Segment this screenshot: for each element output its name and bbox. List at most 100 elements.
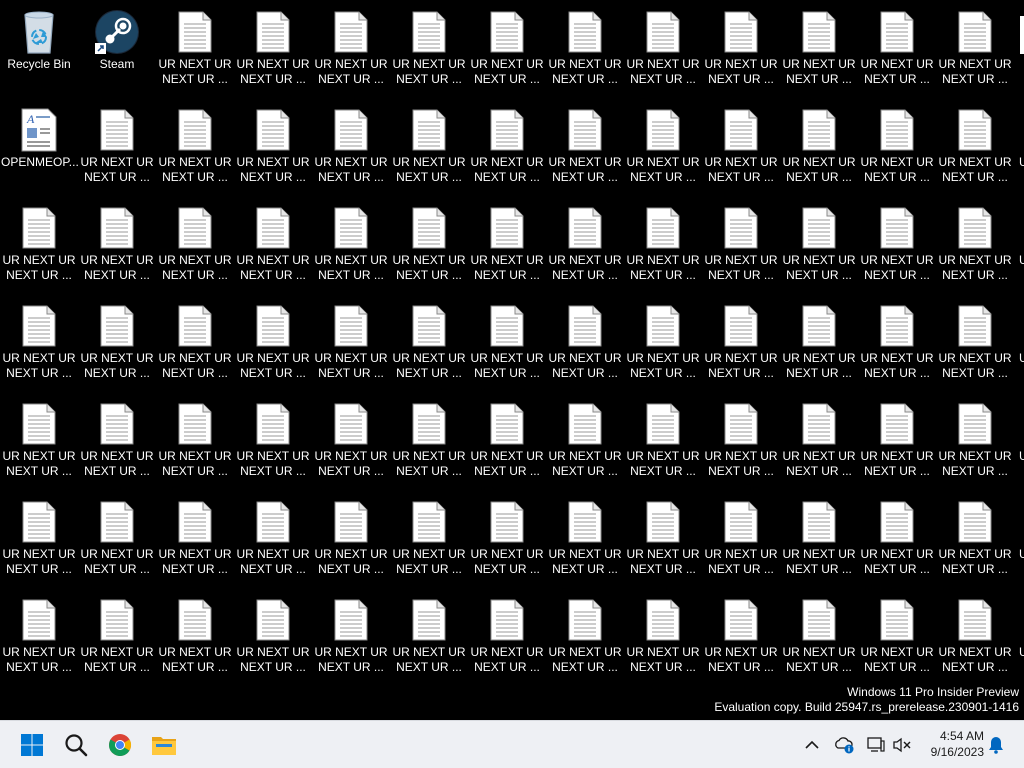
partial-icon-label[interactable]: U xyxy=(1019,547,1024,562)
desktop-file-icon[interactable]: UR NEXT UR NEXT UR ... xyxy=(0,392,78,486)
desktop-file-icon[interactable]: UR NEXT UR NEXT UR ... xyxy=(702,588,780,682)
desktop-file-icon[interactable]: UR NEXT UR NEXT UR ... xyxy=(156,392,234,486)
desktop-file-icon[interactable]: UR NEXT UR NEXT UR ... xyxy=(234,0,312,94)
desktop-file-icon[interactable]: UR NEXT UR NEXT UR ... xyxy=(78,196,156,290)
chrome-button[interactable] xyxy=(100,725,140,765)
desktop-file-icon[interactable]: UR NEXT UR NEXT UR ... xyxy=(234,588,312,682)
desktop-file-icon[interactable]: UR NEXT UR NEXT UR ... xyxy=(468,392,546,486)
desktop-file-icon[interactable]: UR NEXT UR NEXT UR ... xyxy=(624,588,702,682)
desktop-file-icon[interactable]: UR NEXT UR NEXT UR ... xyxy=(78,98,156,192)
desktop-file-icon[interactable]: UR NEXT UR NEXT UR ... xyxy=(858,588,936,682)
desktop-file-icon[interactable]: UR NEXT UR NEXT UR ... xyxy=(780,588,858,682)
desktop-icon-recycle-bin[interactable]: Recycle Bin xyxy=(0,0,78,94)
desktop-file-icon[interactable]: UR NEXT UR NEXT UR ... xyxy=(312,588,390,682)
desktop-file-icon[interactable]: UR NEXT UR NEXT UR ... xyxy=(234,392,312,486)
search-button[interactable] xyxy=(56,725,96,765)
desktop-file-icon[interactable]: UR NEXT UR NEXT UR ... xyxy=(390,588,468,682)
desktop-file-icon[interactable]: UR NEXT UR NEXT UR ... xyxy=(546,490,624,584)
desktop-file-icon[interactable]: UR NEXT UR NEXT UR ... xyxy=(312,98,390,192)
desktop-icon-document[interactable]: A OPENMEOP... xyxy=(0,98,79,192)
desktop-file-icon[interactable]: UR NEXT UR NEXT UR ... xyxy=(234,294,312,388)
desktop-file-icon[interactable]: UR NEXT UR NEXT UR ... xyxy=(468,196,546,290)
desktop-file-icon[interactable]: UR NEXT UR NEXT UR ... xyxy=(78,588,156,682)
desktop-file-icon[interactable]: UR NEXT UR NEXT UR ... xyxy=(780,294,858,388)
desktop-file-icon[interactable]: UR NEXT UR NEXT UR ... xyxy=(312,196,390,290)
desktop-file-icon[interactable]: UR NEXT UR NEXT UR ... xyxy=(936,294,1014,388)
desktop-file-icon[interactable]: UR NEXT UR NEXT UR ... xyxy=(78,294,156,388)
show-hidden-icons-button[interactable] xyxy=(800,733,824,757)
file-explorer-button[interactable] xyxy=(144,725,184,765)
desktop-file-icon[interactable]: UR NEXT UR NEXT UR ... xyxy=(234,490,312,584)
desktop-file-icon[interactable]: UR NEXT UR NEXT UR ... xyxy=(780,0,858,94)
desktop-file-icon[interactable]: UR NEXT UR NEXT UR ... xyxy=(390,196,468,290)
desktop-file-icon[interactable]: UR NEXT UR NEXT UR ... xyxy=(234,98,312,192)
desktop-file-icon[interactable]: UR NEXT UR NEXT UR ... xyxy=(390,294,468,388)
system-clock[interactable]: 4:54 AM 9/16/2023 xyxy=(931,728,984,760)
desktop-file-icon[interactable]: UR NEXT UR NEXT UR ... xyxy=(390,490,468,584)
desktop-file-icon[interactable]: UR NEXT UR NEXT UR ... xyxy=(858,490,936,584)
desktop-file-icon[interactable]: UR NEXT UR NEXT UR ... xyxy=(156,588,234,682)
desktop-file-icon[interactable]: UR NEXT UR NEXT UR ... xyxy=(468,98,546,192)
desktop-file-icon[interactable]: UR NEXT UR NEXT UR ... xyxy=(936,0,1014,94)
desktop-file-icon[interactable]: UR NEXT UR NEXT UR ... xyxy=(312,0,390,94)
partial-icon-sliver[interactable] xyxy=(1020,16,1024,54)
desktop-file-icon[interactable]: UR NEXT UR NEXT UR ... xyxy=(702,0,780,94)
desktop-file-icon[interactable]: UR NEXT UR NEXT UR ... xyxy=(0,196,78,290)
desktop-file-icon[interactable]: UR NEXT UR NEXT UR ... xyxy=(546,98,624,192)
desktop-file-icon[interactable]: UR NEXT UR NEXT UR ... xyxy=(624,196,702,290)
desktop-file-icon[interactable]: UR NEXT UR NEXT UR ... xyxy=(780,196,858,290)
desktop-file-icon[interactable]: UR NEXT UR NEXT UR ... xyxy=(78,490,156,584)
desktop-file-icon[interactable]: UR NEXT UR NEXT UR ... xyxy=(312,294,390,388)
partial-icon-label[interactable]: U xyxy=(1019,155,1024,170)
desktop-file-icon[interactable]: UR NEXT UR NEXT UR ... xyxy=(780,392,858,486)
network-icon[interactable] xyxy=(864,733,888,757)
desktop-file-icon[interactable]: UR NEXT UR NEXT UR ... xyxy=(780,98,858,192)
desktop-file-icon[interactable]: UR NEXT UR NEXT UR ... xyxy=(546,294,624,388)
desktop-file-icon[interactable]: UR NEXT UR NEXT UR ... xyxy=(156,294,234,388)
desktop-file-icon[interactable]: UR NEXT UR NEXT UR ... xyxy=(312,490,390,584)
volume-muted-icon[interactable] xyxy=(890,733,914,757)
desktop-file-icon[interactable]: UR NEXT UR NEXT UR ... xyxy=(858,392,936,486)
desktop-file-icon[interactable]: UR NEXT UR NEXT UR ... xyxy=(702,392,780,486)
desktop-file-icon[interactable]: UR NEXT UR NEXT UR ... xyxy=(780,490,858,584)
desktop-file-icon[interactable]: UR NEXT UR NEXT UR ... xyxy=(624,294,702,388)
desktop-file-icon[interactable]: UR NEXT UR NEXT UR ... xyxy=(858,0,936,94)
desktop-file-icon[interactable]: UR NEXT UR NEXT UR ... xyxy=(936,490,1014,584)
desktop-file-icon[interactable]: UR NEXT UR NEXT UR ... xyxy=(468,294,546,388)
desktop-file-icon[interactable]: UR NEXT UR NEXT UR ... xyxy=(546,392,624,486)
desktop-file-icon[interactable]: UR NEXT UR NEXT UR ... xyxy=(468,0,546,94)
desktop-file-icon[interactable]: UR NEXT UR NEXT UR ... xyxy=(390,392,468,486)
partial-icon-label[interactable]: U xyxy=(1019,449,1024,464)
start-button[interactable] xyxy=(12,725,52,765)
desktop-file-icon[interactable]: UR NEXT UR NEXT UR ... xyxy=(468,588,546,682)
desktop-file-icon[interactable]: UR NEXT UR NEXT UR ... xyxy=(936,392,1014,486)
partial-icon-label[interactable]: U xyxy=(1019,351,1024,366)
desktop[interactable]: Recycle Bin Steam UR NEXT UR NEXT UR ... UR … xyxy=(0,0,1024,720)
desktop-file-icon[interactable]: UR NEXT UR NEXT UR ... xyxy=(702,196,780,290)
desktop-file-icon[interactable]: UR NEXT UR NEXT UR ... xyxy=(858,196,936,290)
desktop-file-icon[interactable]: UR NEXT UR NEXT UR ... xyxy=(312,392,390,486)
desktop-file-icon[interactable]: UR NEXT UR NEXT UR ... xyxy=(0,294,78,388)
desktop-file-icon[interactable]: UR NEXT UR NEXT UR ... xyxy=(546,196,624,290)
desktop-file-icon[interactable]: UR NEXT UR NEXT UR ... xyxy=(468,490,546,584)
desktop-file-icon[interactable]: UR NEXT UR NEXT UR ... xyxy=(0,490,78,584)
desktop-icon-steam[interactable]: Steam xyxy=(78,0,156,94)
desktop-file-icon[interactable]: UR NEXT UR NEXT UR ... xyxy=(546,0,624,94)
desktop-file-icon[interactable]: UR NEXT UR NEXT UR ... xyxy=(234,196,312,290)
desktop-file-icon[interactable]: UR NEXT UR NEXT UR ... xyxy=(624,490,702,584)
desktop-file-icon[interactable]: UR NEXT UR NEXT UR ... xyxy=(0,588,78,682)
network-info-icon[interactable] xyxy=(832,733,856,757)
desktop-file-icon[interactable]: UR NEXT UR NEXT UR ... xyxy=(702,294,780,388)
desktop-file-icon[interactable]: UR NEXT UR NEXT UR ... xyxy=(78,392,156,486)
desktop-file-icon[interactable]: UR NEXT UR NEXT UR ... xyxy=(858,294,936,388)
desktop-file-icon[interactable]: UR NEXT UR NEXT UR ... xyxy=(156,196,234,290)
desktop-file-icon[interactable]: UR NEXT UR NEXT UR ... xyxy=(624,392,702,486)
desktop-file-icon[interactable]: UR NEXT UR NEXT UR ... xyxy=(156,0,234,94)
partial-icon-label[interactable]: U xyxy=(1019,645,1024,660)
desktop-file-icon[interactable]: UR NEXT UR NEXT UR ... xyxy=(624,0,702,94)
desktop-file-icon[interactable]: UR NEXT UR NEXT UR ... xyxy=(936,588,1014,682)
partial-icon-label[interactable]: U xyxy=(1019,253,1024,268)
desktop-file-icon[interactable]: UR NEXT UR NEXT UR ... xyxy=(390,0,468,94)
desktop-file-icon[interactable]: UR NEXT UR NEXT UR ... xyxy=(546,588,624,682)
desktop-file-icon[interactable]: UR NEXT UR NEXT UR ... xyxy=(936,196,1014,290)
